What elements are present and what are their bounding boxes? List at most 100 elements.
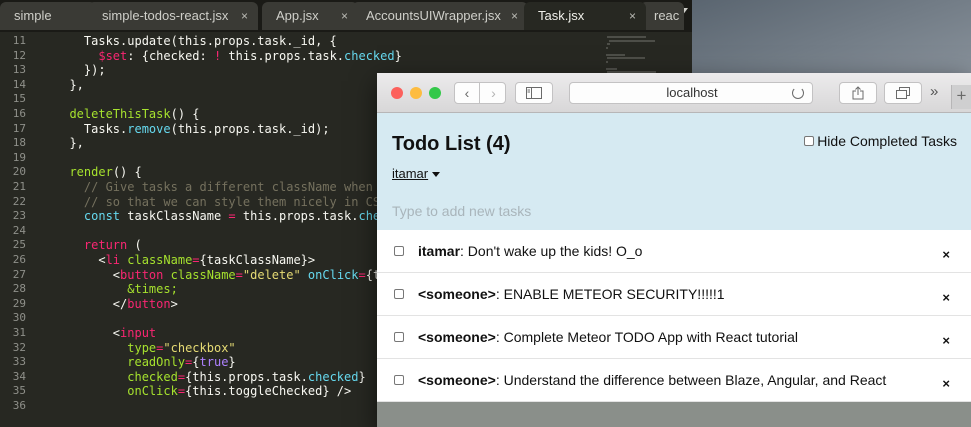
code-line[interactable]: // Give tasks a different className when…	[55, 180, 402, 195]
browser-window[interactable]: ‹ › localhost » + Todo List (4) Hide Com…	[377, 73, 971, 427]
code-line[interactable]: // so that we can style them nicely in C…	[55, 195, 387, 210]
code-token: {this.toggleChecked} />	[185, 384, 352, 399]
code-line[interactable]: &times;	[55, 282, 178, 297]
todo-page: Todo List (4) Hide Completed Tasks itama…	[377, 113, 971, 427]
code-line[interactable]: $set: {checked: ! this.props.task.checke…	[55, 49, 401, 64]
account-dropdown[interactable]: itamar	[392, 166, 441, 181]
code-token: <	[55, 326, 121, 340]
editor-tab-label: AccountsUIWrapper.jsx	[366, 8, 501, 23]
share-icon	[852, 86, 864, 100]
code-line[interactable]: readOnly={true}	[55, 355, 235, 370]
editor-tab[interactable]: simple-todos-react.jsx ×	[88, 2, 258, 30]
close-window-button[interactable]	[391, 87, 403, 99]
code-token: input	[120, 326, 157, 340]
delete-task-icon[interactable]: ×	[942, 376, 950, 391]
close-tab-icon[interactable]: ×	[241, 2, 248, 30]
code-token: checked	[307, 369, 359, 384]
task-text: itamar: Don't wake up the kids! O_o	[418, 243, 642, 259]
code-token: </	[55, 296, 128, 311]
share-button[interactable]	[839, 82, 877, 104]
editor-tab[interactable]: AccountsUIWrapper.jsx ×	[352, 2, 528, 30]
code-token: onClick	[127, 384, 178, 399]
code-token: Tasks.	[55, 121, 128, 136]
code-token: <	[55, 267, 121, 282]
line-number: 24	[12, 223, 26, 237]
sidebar-toggle-button[interactable]	[515, 82, 553, 104]
code-token: true	[199, 355, 229, 370]
code-token: remove	[127, 121, 171, 136]
code-token: "checkbox"	[163, 340, 236, 355]
code-token: type	[127, 340, 157, 355]
close-tab-icon[interactable]: ×	[511, 2, 518, 30]
code-token: },	[55, 77, 84, 92]
code-line[interactable]: render() {	[55, 165, 141, 180]
code-line[interactable]: Tasks.remove(this.props.task._id);	[55, 122, 330, 137]
close-tab-icon[interactable]: ×	[629, 2, 636, 30]
line-number: 11	[12, 34, 26, 47]
task-message: : Complete Meteor TODO App with React tu…	[495, 329, 798, 345]
line-number: 34	[12, 369, 26, 383]
close-tab-icon[interactable]: ×	[341, 2, 348, 30]
code-line[interactable]: onClick={this.toggleChecked} />	[55, 384, 351, 399]
task-checkbox[interactable]	[394, 375, 404, 385]
back-icon[interactable]: ‹	[455, 83, 480, 103]
task-text: <someone>: Understand the difference bet…	[418, 372, 886, 388]
editor-tab[interactable]: App.jsx ×	[262, 2, 358, 30]
code-line[interactable]: const taskClassName = this.props.task.ch…	[55, 209, 402, 224]
caret-down-icon[interactable]	[432, 172, 441, 177]
code-token: taskClassName	[120, 209, 229, 224]
account-username[interactable]: itamar	[392, 166, 428, 181]
task-checkbox[interactable]	[394, 246, 404, 256]
new-tab-button[interactable]: +	[951, 85, 971, 109]
url-text: localhost	[666, 85, 718, 100]
address-bar[interactable]: localhost	[569, 82, 813, 104]
code-token: return	[83, 238, 128, 253]
hide-completed-checkbox[interactable]	[804, 136, 815, 146]
code-line[interactable]: <button className="delete" onClick={this	[55, 268, 402, 283]
code-line[interactable]: checked={this.props.task.checked}	[55, 369, 366, 385]
code-token: =	[192, 253, 200, 267]
code-line[interactable]: },	[55, 136, 83, 151]
forward-icon[interactable]: ›	[481, 83, 505, 103]
page-title: Todo List (4)	[392, 133, 511, 155]
delete-task-icon[interactable]: ×	[942, 333, 950, 348]
editor-tab[interactable]: reac	[640, 2, 684, 30]
code-token: deleteThisTask	[69, 107, 171, 121]
delete-task-icon[interactable]: ×	[942, 247, 950, 262]
task-username: <someone>	[418, 372, 496, 388]
code-line[interactable]: deleteThisTask() {	[55, 107, 199, 122]
hide-completed-toggle[interactable]: Hide Completed Tasks	[804, 133, 957, 149]
task-checkbox[interactable]	[394, 289, 404, 299]
minimize-window-button[interactable]	[410, 87, 422, 99]
more-chevron-icon[interactable]: »	[930, 83, 938, 100]
code-line[interactable]: });	[55, 63, 106, 78]
code-line[interactable]: <li className={taskClassName}>	[55, 253, 315, 268]
show-tabs-button[interactable]	[884, 82, 922, 104]
page-bottom-edge	[377, 402, 971, 427]
code-line[interactable]: type="checkbox"	[55, 340, 236, 356]
code-line[interactable]: return (	[55, 238, 142, 253]
task-message: : Understand the difference between Blaz…	[495, 372, 887, 388]
task-checkbox[interactable]	[394, 332, 404, 342]
code-line[interactable]: </button>	[55, 297, 178, 312]
editor-tab[interactable]: simple	[0, 2, 96, 30]
task-row[interactable]: <someone>: ENABLE METEOR SECURITY!!!!!1 ×	[377, 273, 971, 316]
code-token: Tasks.update(this.props.task._id, {	[55, 34, 337, 48]
code-line[interactable]: <input	[55, 326, 156, 341]
delete-task-icon[interactable]: ×	[942, 290, 950, 305]
code-token: }	[358, 369, 366, 384]
new-task-input[interactable]	[392, 201, 952, 221]
task-row[interactable]: <someone>: Understand the difference bet…	[377, 359, 971, 402]
task-row[interactable]: itamar: Don't wake up the kids! O_o ×	[377, 230, 971, 273]
code-token: className	[170, 267, 236, 282]
code-token: onClick	[307, 267, 359, 282]
code-line[interactable]: Tasks.update(this.props.task._id, {	[55, 34, 337, 49]
code-line[interactable]: },	[55, 77, 84, 93]
editor-tab[interactable]: Task.jsx ×	[524, 2, 646, 30]
zoom-window-button[interactable]	[429, 87, 441, 99]
hide-completed-label: Hide Completed Tasks	[817, 133, 957, 149]
code-token: {this.props.task.	[185, 369, 308, 384]
reload-icon[interactable]	[792, 87, 804, 99]
task-row[interactable]: <someone>: Complete Meteor TODO App with…	[377, 316, 971, 359]
